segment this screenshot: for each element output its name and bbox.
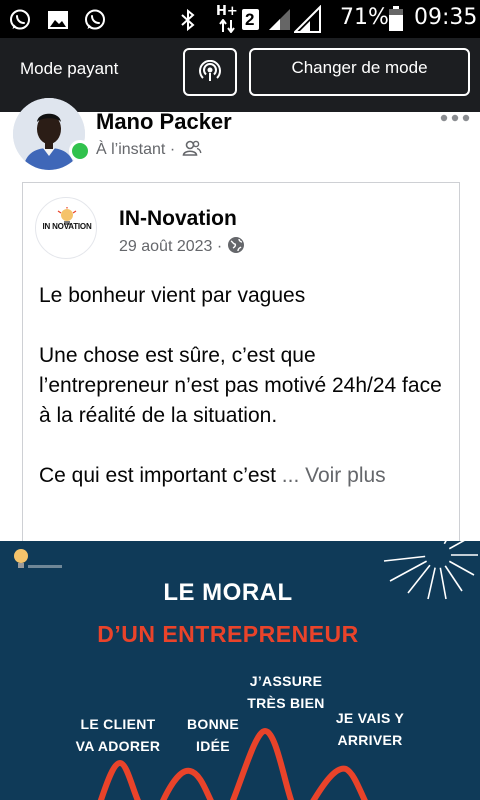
mode-label: Mode payant: [20, 59, 119, 78]
change-mode-label: Changer de mode: [291, 58, 428, 77]
sim-slot-number: 2: [245, 10, 255, 29]
page-meta: 29 août 2023 ·: [119, 236, 245, 256]
globe-icon: [227, 237, 244, 253]
see-more-link[interactable]: ... Voir plus: [282, 464, 386, 487]
broadcast-button[interactable]: [183, 48, 237, 96]
post-paragraph: Le bonheur vient par vagues: [39, 284, 306, 307]
battery-percent: 71%: [340, 5, 389, 30]
sim-badge-icon: 2: [242, 9, 259, 30]
page-name[interactable]: IN-Novation: [119, 207, 237, 231]
author-name[interactable]: Mano Packer: [96, 109, 232, 135]
post-image[interactable]: LE MORAL D’UN ENTREPRENEUR LE CLIENT VA …: [0, 541, 480, 800]
post-paragraph: Une chose est sûre, c’est que l’entrepre…: [39, 344, 442, 427]
signal-icon: [269, 9, 290, 30]
meta-separator: ·: [169, 141, 180, 158]
gallery-icon: [48, 11, 68, 29]
broadcast-icon: [199, 60, 221, 81]
post-meta: À l’instant ·: [96, 139, 202, 159]
page-logo-text: IN NOVATION: [42, 222, 92, 231]
battery-icon: [389, 6, 403, 31]
whatsapp-icon: [10, 9, 30, 30]
online-status-badge: [69, 140, 91, 162]
friends-icon: [182, 140, 202, 156]
network-type: H+: [216, 4, 238, 19]
post-paragraph-truncated: Ce qui est important c’est ... Voir plus: [39, 461, 449, 491]
data-arrows-icon: [219, 19, 235, 33]
shared-post-card[interactable]: IN NOVATION IN-Novation 29 août 2023 · L…: [22, 182, 460, 562]
more-dots-icon[interactable]: [438, 106, 472, 130]
post-text: Le bonheur vient par vagues Une chose es…: [39, 281, 449, 491]
change-mode-button[interactable]: Changer de mode: [249, 48, 470, 96]
status-bar: H+ 2 71% 09:35: [0, 0, 480, 38]
mode-bar: Mode payant Changer de mode: [0, 38, 480, 112]
meta-separator: ·: [216, 238, 227, 255]
clock: 09:35: [414, 5, 478, 30]
mood-wave-line: [97, 727, 368, 800]
bluetooth-icon: [181, 8, 195, 32]
shared-post-date[interactable]: 29 août 2023: [119, 238, 212, 255]
page-logo[interactable]: IN NOVATION: [35, 197, 97, 259]
signal-icon: [294, 5, 321, 33]
post-paragraph: Ce qui est important c’est: [39, 464, 282, 487]
post-time[interactable]: À l’instant: [96, 141, 165, 158]
whatsapp-icon: [85, 9, 105, 30]
